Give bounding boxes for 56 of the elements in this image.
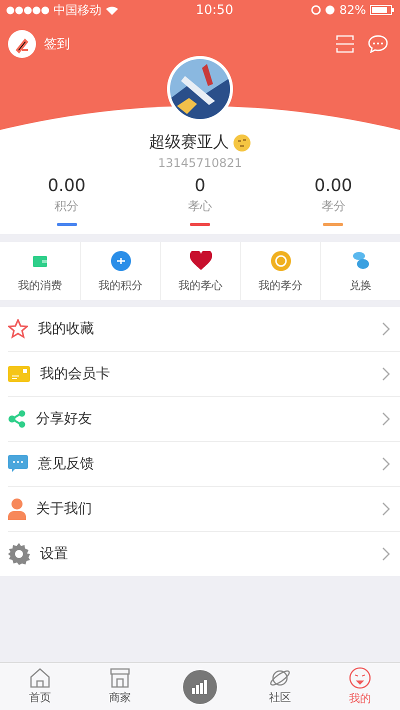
coin-icon — [270, 250, 290, 270]
chart-bars-icon[interactable] — [183, 670, 217, 704]
tab-item[interactable]: 商家 — [109, 690, 131, 705]
chat-icon[interactable] — [368, 35, 388, 53]
tab-item[interactable]: 社区 — [269, 690, 291, 705]
phone-number: 13145710821 — [158, 156, 242, 170]
stat-label: 孝分 — [321, 198, 346, 215]
stat-label: 积分 — [54, 198, 79, 215]
stat-value: 0.00 — [314, 176, 352, 196]
menu-item[interactable]: 我的收藏 — [8, 307, 400, 352]
lock-rotation-icon — [311, 5, 322, 15]
quick-action[interactable]: 兑换 — [320, 242, 400, 300]
tab-item[interactable]: 首页 — [29, 690, 51, 705]
user-name: 超级赛亚人 — [149, 132, 229, 153]
star-icon — [8, 319, 28, 339]
card-icon — [8, 366, 30, 382]
heart-icon — [190, 250, 212, 270]
chat-icon — [8, 455, 28, 473]
scan-icon[interactable] — [336, 35, 354, 53]
chevron-right-icon — [382, 367, 390, 381]
menu-item[interactable]: 设置 — [8, 532, 400, 576]
pen-icon[interactable] — [8, 30, 36, 58]
emoji-icon — [233, 134, 251, 152]
home-icon — [29, 668, 51, 688]
stat-value: 0 — [194, 176, 206, 196]
stat-label: 孝心 — [188, 198, 212, 215]
quick-action[interactable]: 我的积分 — [80, 242, 160, 300]
chevron-right-icon — [382, 322, 390, 336]
wifi-icon — [106, 6, 118, 14]
store-icon — [109, 668, 131, 688]
menu-item[interactable]: 我的会员卡 — [8, 352, 400, 397]
points-icon — [110, 250, 130, 270]
person-icon — [8, 498, 26, 520]
chevron-right-icon — [382, 412, 390, 426]
carrier-name: 中国移动 — [54, 2, 102, 18]
share-icon — [8, 410, 26, 428]
quick-action[interactable]: 我的消费 — [0, 242, 80, 300]
menu-item[interactable]: 关于我们 — [8, 487, 400, 532]
signal-strength: ●●●●● — [6, 4, 50, 16]
chevron-right-icon — [382, 502, 390, 516]
planet-icon — [269, 668, 291, 688]
menu-item[interactable]: 分享好友 — [8, 397, 400, 442]
status-time: 10:50 — [196, 2, 234, 18]
wallet-icon — [32, 254, 48, 268]
chevron-right-icon — [382, 457, 390, 471]
smiley-icon — [349, 667, 371, 689]
battery-icon — [370, 5, 394, 15]
menu-item[interactable]: 意见反馈 — [8, 442, 400, 487]
coins-icon — [352, 250, 370, 270]
settings-icon — [8, 543, 30, 565]
quick-action[interactable]: 我的孝心 — [160, 242, 240, 300]
chevron-right-icon — [382, 547, 390, 561]
battery-percentage: 82% — [339, 3, 366, 17]
quick-action[interactable]: 我的孝分 — [240, 242, 320, 300]
alarm-icon — [325, 5, 336, 15]
stat-value: 0.00 — [48, 176, 86, 196]
